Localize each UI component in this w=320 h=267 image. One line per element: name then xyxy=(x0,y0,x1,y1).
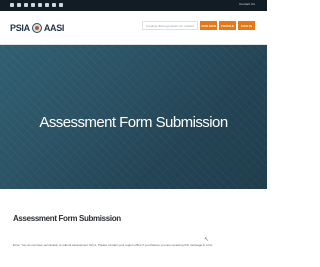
cursor-icon: ↖ xyxy=(204,237,210,243)
page-content: Assessment Form Submission Error: You do… xyxy=(0,189,267,267)
header-action-buttons: JOIN NOW PROFILE SIGN IN xyxy=(200,21,255,30)
logo-psia-text: PSIA xyxy=(10,22,30,33)
profile-button[interactable]: PROFILE xyxy=(219,21,236,30)
page: Contact Us PSIA AASI Creating lifelong p… xyxy=(0,0,267,267)
hero-banner: Assessment Form Submission xyxy=(0,45,267,189)
email-icon[interactable] xyxy=(59,3,63,7)
mountain-emblem-icon xyxy=(31,22,42,33)
facebook-icon[interactable] xyxy=(17,3,21,7)
logo-aasi-text: AASI xyxy=(43,22,65,33)
instagram-icon[interactable] xyxy=(31,3,35,7)
twitter-icon[interactable] xyxy=(24,3,28,7)
sign-in-button[interactable]: SIGN IN xyxy=(238,21,255,30)
pinterest-icon[interactable] xyxy=(45,3,49,7)
hero-title: Assessment Form Submission xyxy=(39,114,228,131)
permission-message: Error: You do not have permission to sub… xyxy=(13,243,214,247)
social-links xyxy=(10,3,63,7)
site-header: PSIA AASI Creating lifelong passion for … xyxy=(0,11,267,50)
linkedin-icon[interactable] xyxy=(52,3,56,7)
contact-link[interactable]: Contact Us xyxy=(239,2,255,6)
globe-icon[interactable] xyxy=(10,3,14,7)
youtube-icon[interactable] xyxy=(38,3,42,7)
site-search-input[interactable]: Creating lifelong passion for outdoor xyxy=(142,21,198,30)
site-logo[interactable]: PSIA AASI xyxy=(10,20,64,35)
join-now-button[interactable]: JOIN NOW xyxy=(200,21,217,30)
search-placeholder: Creating lifelong passion for outdoor xyxy=(146,24,195,28)
content-title: Assessment Form Submission xyxy=(13,214,121,223)
top-utility-bar: Contact Us xyxy=(0,0,267,11)
